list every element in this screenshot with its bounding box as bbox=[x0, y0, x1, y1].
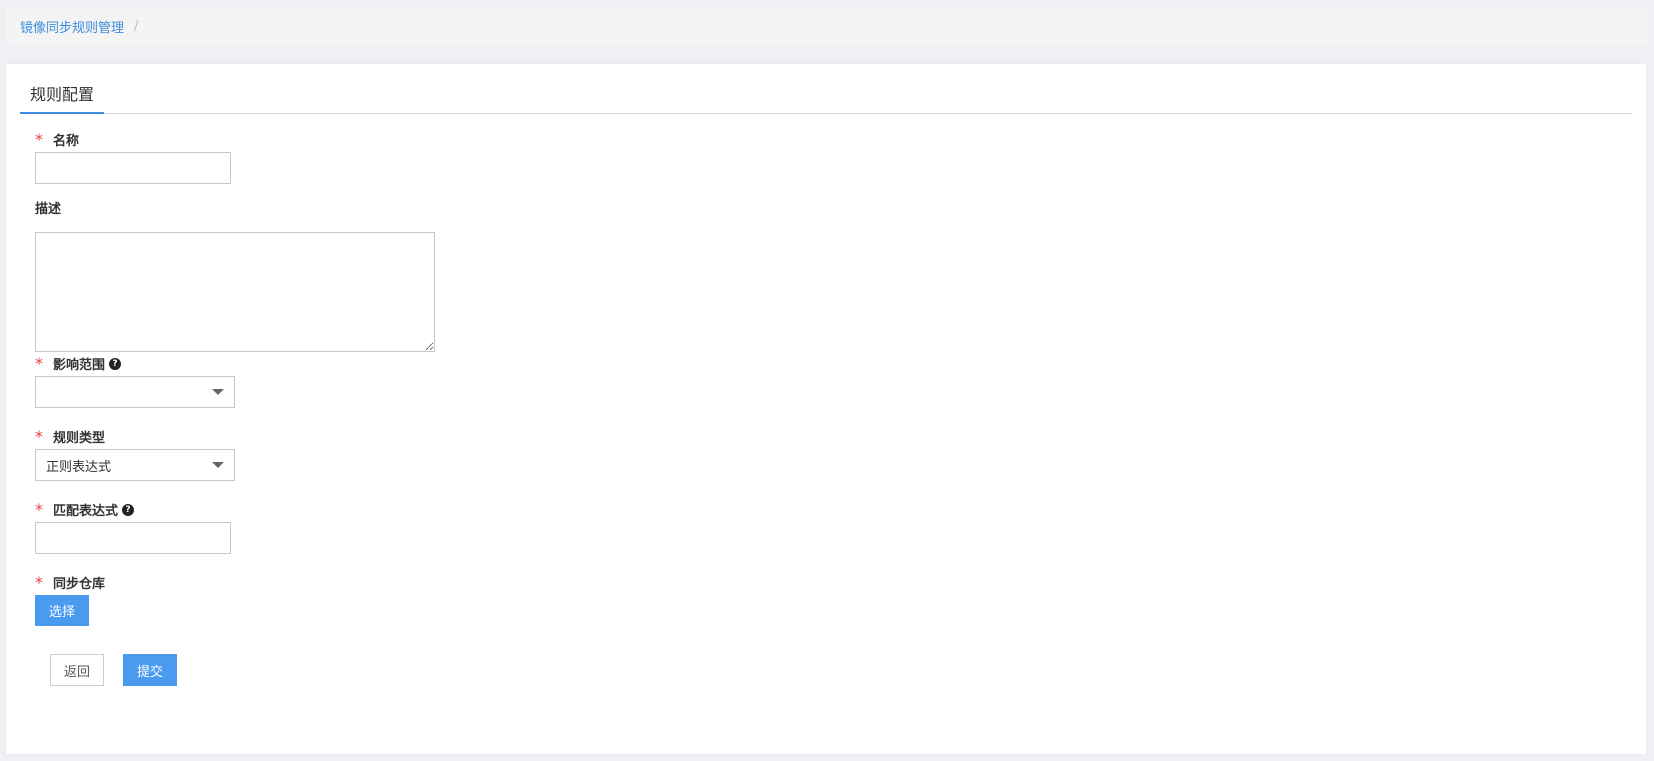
breadcrumb-item-mirror-sync-rules[interactable]: 镜像同步规则管理 bbox=[20, 17, 124, 36]
submit-button[interactable]: 提交 bbox=[123, 654, 177, 686]
question-circle-icon[interactable]: ? bbox=[109, 357, 122, 370]
description-label: 描述 bbox=[35, 198, 61, 217]
name-label: * 名称 bbox=[35, 130, 80, 150]
main-panel: 规则配置 * 名称 描述 * 影响范围 ? * 规则类型 正则表达式 * 匹配表… bbox=[6, 64, 1646, 754]
rule-type-label-text: 规则类型 bbox=[53, 431, 106, 446]
sync-repo-label: * 同步仓库 bbox=[35, 573, 106, 593]
breadcrumb: 镜像同步规则管理 / bbox=[6, 8, 1648, 44]
select-repo-button[interactable]: 选择 bbox=[35, 595, 89, 626]
description-label-text: 描述 bbox=[35, 202, 62, 217]
match-expr-label-text: 匹配表达式 bbox=[53, 504, 119, 519]
tab-bar: 规则配置 bbox=[20, 80, 1632, 114]
caret-down-icon bbox=[212, 389, 224, 395]
rule-type-select-value: 正则表达式 bbox=[46, 459, 112, 475]
scope-label: * 影响范围 ? bbox=[35, 354, 122, 373]
required-marker: * bbox=[35, 130, 43, 149]
required-marker: * bbox=[35, 500, 43, 519]
rule-type-label: * 规则类型 bbox=[35, 427, 106, 447]
required-marker: * bbox=[35, 573, 43, 592]
match-expr-label: * 匹配表达式 ? bbox=[35, 500, 135, 519]
sync-repo-label-text: 同步仓库 bbox=[53, 577, 106, 592]
question-circle-icon[interactable]: ? bbox=[122, 503, 135, 516]
rule-type-select[interactable]: 正则表达式 bbox=[35, 449, 235, 481]
name-input[interactable] bbox=[35, 152, 231, 184]
back-button[interactable]: 返回 bbox=[50, 654, 104, 686]
required-marker: * bbox=[35, 354, 43, 373]
required-marker: * bbox=[35, 427, 43, 446]
breadcrumb-separator: / bbox=[134, 18, 139, 34]
scope-label-text: 影响范围 bbox=[53, 358, 106, 373]
description-textarea[interactable] bbox=[35, 232, 435, 352]
match-expr-input[interactable] bbox=[35, 522, 231, 554]
name-label-text: 名称 bbox=[53, 134, 80, 149]
caret-down-icon bbox=[212, 462, 224, 468]
scope-select[interactable] bbox=[35, 376, 235, 408]
tab-rule-config[interactable]: 规则配置 bbox=[20, 80, 104, 114]
